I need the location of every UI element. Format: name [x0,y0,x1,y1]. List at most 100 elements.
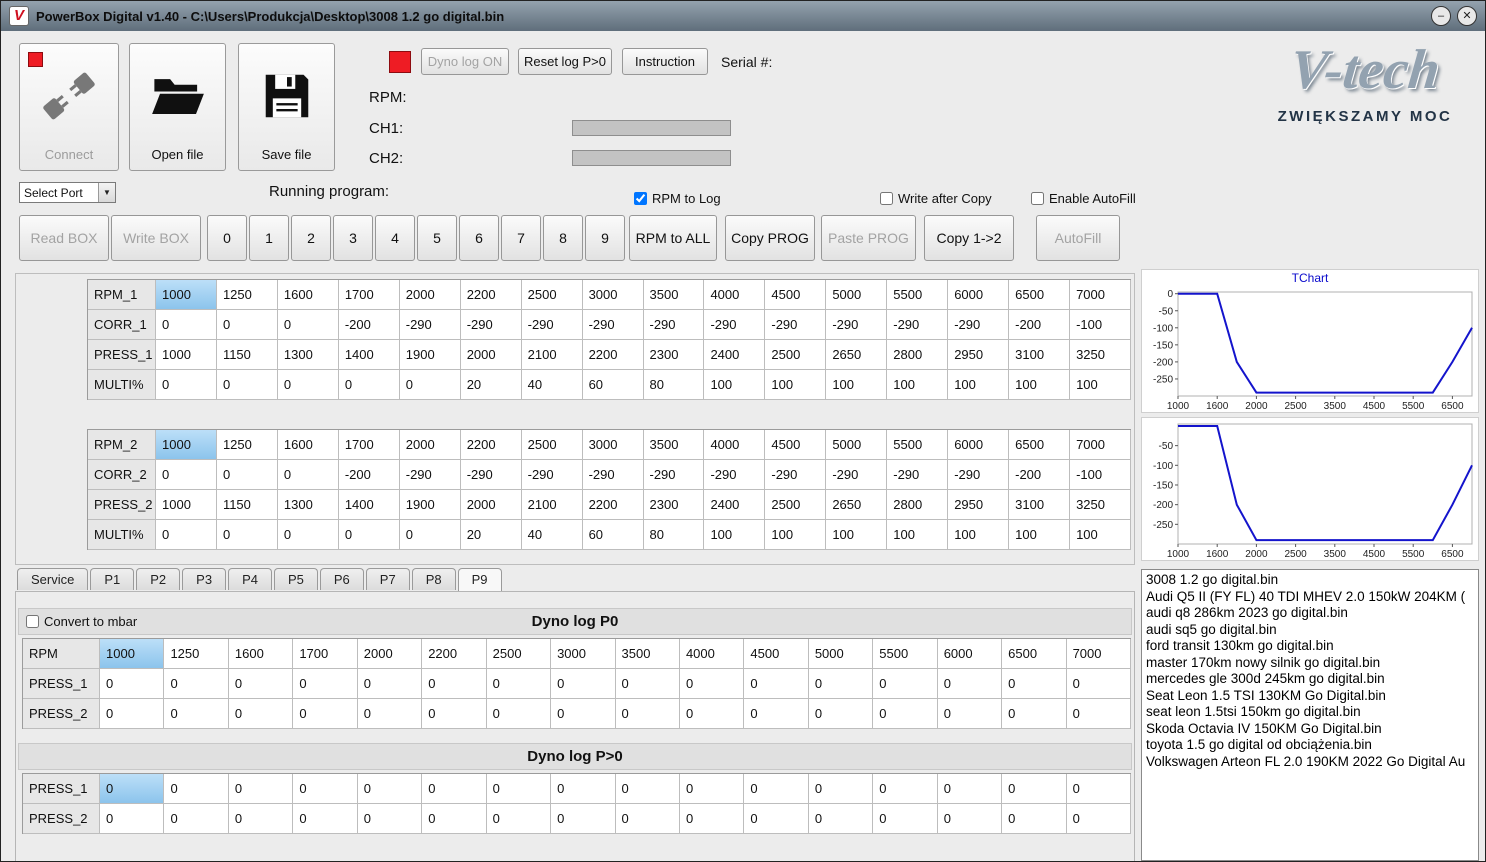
table-cell[interactable]: 5500 [873,639,938,669]
table-cell[interactable]: 3000 [551,639,616,669]
table-cell[interactable]: 0 [357,699,423,729]
table-cell[interactable]: 100 [704,370,766,400]
tab-p5[interactable]: P5 [273,568,318,590]
table-cell[interactable]: 0 [615,699,680,729]
table-cell[interactable]: 0 [156,460,217,490]
table-cell[interactable]: 5000 [808,639,874,669]
table-cell[interactable]: 5000 [826,430,888,460]
table-cell[interactable]: 0 [744,699,809,729]
rpm-to-all-button[interactable]: RPM to ALL [629,215,717,261]
file-list-item[interactable]: seat leon 1.5tsi 150km go digital.bin [1142,704,1478,721]
table-cell[interactable]: 2500 [765,490,827,520]
table-cell[interactable]: -290 [887,460,949,490]
table-cell[interactable]: -200 [1009,310,1071,340]
table-cell[interactable]: 0 [164,699,229,729]
table-cell[interactable]: -200 [338,310,400,340]
tab-p6[interactable]: P6 [319,568,364,590]
open-file-button[interactable]: Open file [129,43,226,171]
table-cell[interactable]: 100 [826,520,888,550]
table-cell[interactable]: 3500 [615,639,680,669]
table-cell[interactable]: 0 [338,520,400,550]
tab-service[interactable]: Service [17,568,89,590]
chevron-down-icon[interactable]: ▼ [98,183,115,202]
paste-prog-button[interactable]: Paste PROG [821,215,916,261]
table-cell[interactable]: -290 [948,460,1010,490]
table-cell[interactable]: 0 [679,699,745,729]
tab-p4[interactable]: P4 [228,568,272,590]
table-cell[interactable]: 2950 [948,340,1010,370]
table-cell[interactable]: 2800 [887,490,949,520]
table-cell[interactable]: 0 [486,774,552,804]
enable-autofill-checkbox[interactable]: Enable AutoFill [1031,191,1136,206]
table-cell[interactable]: 0 [156,370,217,400]
table-cell[interactable]: 4000 [704,280,766,310]
table-cell[interactable]: 0 [1002,774,1067,804]
table-cell[interactable]: 60 [582,370,644,400]
digit-button-2[interactable]: 2 [291,215,331,261]
table-cell[interactable]: 1600 [277,430,339,460]
write-after-copy-input[interactable] [880,192,893,205]
table-cell[interactable]: 4500 [765,280,827,310]
table-cell[interactable]: 2200 [582,340,644,370]
table-cell[interactable]: 100 [1070,520,1131,550]
table-cell[interactable]: 6500 [1009,430,1071,460]
table-cell[interactable]: 1000 [156,340,217,370]
table-cell[interactable]: 40 [521,370,583,400]
table-cell[interactable]: 2400 [704,340,766,370]
digit-button-1[interactable]: 1 [249,215,289,261]
table-cell[interactable]: 0 [1002,804,1067,834]
table-cell[interactable]: 1150 [216,340,278,370]
table-cell[interactable]: 1400 [338,490,400,520]
close-button[interactable]: ✕ [1457,6,1477,26]
table-cell[interactable]: 7000 [1070,280,1131,310]
file-list-item[interactable]: ford transit 130km go digital.bin [1142,638,1478,655]
table-cell[interactable]: -290 [582,310,644,340]
table-cell[interactable]: 0 [422,699,487,729]
table-cell[interactable]: 2950 [948,490,1010,520]
table-cell[interactable]: 1900 [399,340,461,370]
table-cell[interactable]: 6000 [948,430,1010,460]
table-cell[interactable]: 2000 [399,430,461,460]
rpm-to-log-input[interactable] [634,192,647,205]
table-cell[interactable]: 0 [100,699,165,729]
table-cell[interactable]: 1250 [216,430,278,460]
table-cell[interactable]: 7000 [1070,430,1131,460]
table-cell[interactable]: 5500 [887,430,949,460]
table-cell[interactable]: -290 [643,310,705,340]
table-cell[interactable]: 5000 [826,280,888,310]
table-cell[interactable]: 0 [277,370,339,400]
table-cell[interactable]: 0 [164,804,229,834]
table-cell[interactable]: 0 [100,804,165,834]
table-cell[interactable]: -290 [887,310,949,340]
connect-button[interactable]: Connect [19,43,119,171]
table-cell[interactable]: 2100 [521,490,583,520]
file-list-item[interactable]: master 170km nowy silnik go digital.bin [1142,655,1478,672]
table-cell[interactable]: 0 [357,774,423,804]
table-cell[interactable]: 0 [216,370,278,400]
table-cell[interactable]: 0 [808,774,874,804]
table-cell[interactable]: 0 [100,774,165,804]
table-cell[interactable]: 2650 [826,490,888,520]
table-cell[interactable]: -290 [704,310,766,340]
table-cell[interactable]: 2500 [486,639,552,669]
table-cell[interactable]: 3250 [1070,340,1131,370]
table-cell[interactable]: 0 [357,804,423,834]
table-cell[interactable]: 0 [873,804,938,834]
table-cell[interactable]: 0 [679,774,745,804]
table-cell[interactable]: 0 [164,669,229,699]
table-cell[interactable]: 3100 [1009,490,1071,520]
table-cell[interactable]: 0 [357,669,423,699]
table-cell[interactable]: 0 [873,774,938,804]
table-cell[interactable]: 0 [486,669,552,699]
table-cell[interactable]: -290 [826,310,888,340]
table-cell[interactable]: 0 [744,804,809,834]
tab-p9[interactable]: P9 [457,568,502,591]
table-cell[interactable]: 0 [744,669,809,699]
table-cell[interactable]: -290 [948,310,1010,340]
table-cell[interactable]: 0 [1066,699,1131,729]
digit-button-4[interactable]: 4 [375,215,415,261]
file-list-item[interactable]: Seat Leon 1.5 TSI 130KM Go Digital.bin [1142,688,1478,705]
table-cell[interactable]: 0 [615,804,680,834]
table-cell[interactable]: 0 [615,669,680,699]
table-cell[interactable]: 100 [887,520,949,550]
